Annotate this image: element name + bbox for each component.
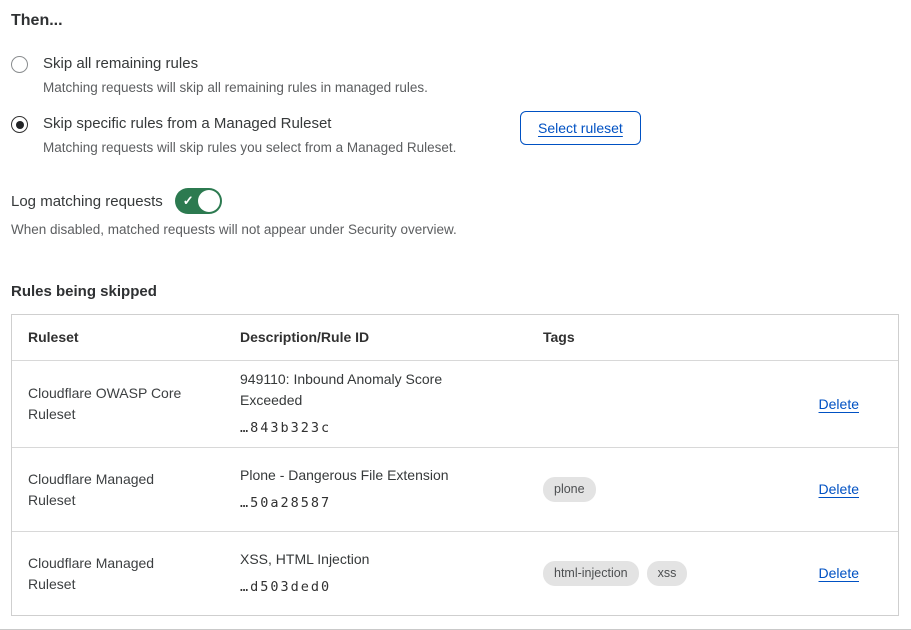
rules-being-skipped-heading: Rules being skipped: [11, 283, 899, 300]
column-header-description: Description/Rule ID: [224, 319, 527, 356]
rule-description-cell: Plone - Dangerous File Extension …50a285…: [224, 457, 527, 522]
rule-description-cell: XSS, HTML Injection …d503ded0: [224, 541, 527, 606]
rule-description: Plone - Dangerous File Extension: [240, 465, 507, 486]
option-description: Matching requests will skip rules you se…: [43, 139, 505, 157]
column-header-actions: [742, 330, 898, 346]
tag-badge: plone: [543, 477, 596, 502]
rule-description-cell: 949110: Inbound Anomaly Score Exceeded ……: [224, 361, 527, 447]
select-ruleset-button[interactable]: Select ruleset: [520, 111, 641, 145]
ruleset-name: Cloudflare Managed Ruleset: [12, 461, 224, 519]
option-skip-specific-rules: Skip specific rules from a Managed Rules…: [11, 114, 899, 157]
toggle-knob: [198, 190, 220, 212]
check-icon: ✓: [183, 194, 194, 207]
then-heading: Then...: [11, 12, 899, 30]
log-matching-requests-row: Log matching requests ✓: [11, 188, 899, 214]
column-header-tags: Tags: [527, 319, 742, 356]
option-label[interactable]: Skip specific rules from a Managed Rules…: [43, 114, 505, 134]
rule-id: …d503ded0: [240, 577, 507, 598]
rule-id: …50a28587: [240, 493, 507, 514]
option-label[interactable]: Skip all remaining rules: [43, 54, 505, 74]
delete-link[interactable]: Delete: [819, 565, 859, 581]
tags-cell: html-injection xss: [527, 553, 742, 594]
option-skip-all-remaining: Skip all remaining rules Matching reques…: [11, 54, 899, 97]
log-description: When disabled, matched requests will not…: [11, 222, 899, 237]
ruleset-name: Cloudflare OWASP Core Ruleset: [12, 375, 224, 433]
actions-cell: Delete: [742, 471, 898, 508]
table-row: Cloudflare Managed Ruleset XSS, HTML Inj…: [12, 531, 898, 615]
table-row: Cloudflare Managed Ruleset Plone - Dange…: [12, 447, 898, 531]
table-header-row: Ruleset Description/Rule ID Tags: [12, 315, 898, 360]
actions-cell: Delete: [742, 386, 898, 423]
waf-skip-rule-panel: Then... Skip all remaining rules Matchin…: [0, 0, 911, 630]
log-matching-requests-label: Log matching requests: [11, 193, 163, 210]
tags-cell: [527, 396, 742, 412]
delete-link[interactable]: Delete: [819, 481, 859, 497]
delete-link[interactable]: Delete: [819, 396, 859, 412]
radio-skip-specific-rules[interactable]: [11, 116, 28, 133]
log-matching-requests-toggle[interactable]: ✓: [175, 188, 222, 214]
actions-cell: Delete: [742, 555, 898, 592]
tags-cell: plone: [527, 469, 742, 510]
option-text: Skip specific rules from a Managed Rules…: [43, 114, 505, 157]
tag-badge: xss: [647, 561, 688, 586]
column-header-ruleset: Ruleset: [12, 319, 224, 356]
rules-being-skipped-table: Ruleset Description/Rule ID Tags Cloudfl…: [11, 314, 899, 616]
ruleset-name: Cloudflare Managed Ruleset: [12, 545, 224, 603]
radio-skip-all-remaining[interactable]: [11, 56, 28, 73]
table-row: Cloudflare OWASP Core Ruleset 949110: In…: [12, 360, 898, 447]
rule-id: …843b323c: [240, 418, 507, 439]
option-text: Skip all remaining rules Matching reques…: [43, 54, 505, 97]
rule-description: XSS, HTML Injection: [240, 549, 507, 570]
option-description: Matching requests will skip all remainin…: [43, 79, 505, 97]
tag-badge: html-injection: [543, 561, 639, 586]
rule-description: 949110: Inbound Anomaly Score Exceeded: [240, 369, 507, 411]
